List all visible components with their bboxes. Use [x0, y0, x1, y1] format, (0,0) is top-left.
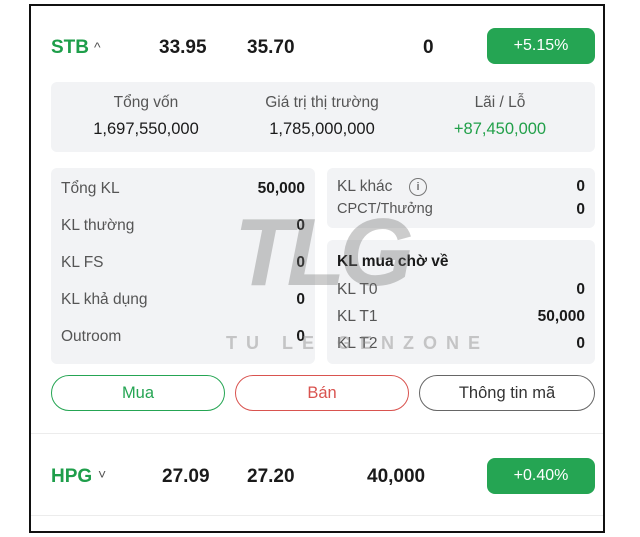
stock-row-stb[interactable]: STB ^ 33.95 35.70 0 +5.15% — [31, 16, 603, 76]
profit-loss: Lãi / Lỗ +87,450,000 — [415, 94, 585, 139]
fs-volume-label: KL FS — [61, 254, 104, 271]
total-capital-value: 1,697,550,000 — [93, 120, 199, 138]
summary-panel: Tổng vốn 1,697,550,000 Giá trị thị trườn… — [51, 82, 595, 152]
t0-value: 0 — [576, 281, 585, 298]
row-divider — [31, 515, 603, 516]
other-volume-label: KL khác — [337, 178, 393, 195]
profit-loss-value: +87,450,000 — [453, 120, 547, 138]
sell-button[interactable]: Bán — [235, 375, 409, 411]
chevron-up-icon[interactable]: ^ — [94, 39, 101, 55]
watermark-logo: TLG — [234, 199, 414, 306]
market-price: 27.20 — [247, 466, 295, 487]
avg-price: 33.95 — [159, 37, 207, 58]
normal-volume-label: KL thường — [61, 217, 135, 234]
profit-loss-label: Lãi / Lỗ — [474, 94, 526, 111]
market-value-label: Giá trị thị trường — [265, 94, 379, 111]
market-value: Giá trị thị trường 1,785,000,000 — [237, 94, 407, 139]
stock-row-hpg[interactable]: HPG ˅ 27.09 27.20 40,000 +0.40% — [31, 446, 603, 506]
available-volume-label: KL khả dụng — [61, 291, 148, 308]
t2-value: 0 — [576, 335, 585, 352]
total-capital-label: Tổng vốn — [113, 94, 179, 111]
market-value-value: 1,785,000,000 — [269, 120, 375, 138]
other-volume-value: 0 — [576, 178, 585, 195]
chevron-down-icon[interactable]: ˅ — [98, 466, 106, 482]
info-circle-icon[interactable]: i — [409, 178, 427, 196]
stock-info-button[interactable]: Thông tin mã — [419, 375, 595, 411]
watermark-text: TU LE GENZONE — [226, 333, 490, 353]
market-price: 35.70 — [247, 37, 295, 58]
row-divider — [31, 433, 603, 434]
avg-price: 27.09 — [162, 466, 210, 487]
portfolio-card: STB ^ 33.95 35.70 0 +5.15% Tổng vốn 1,69… — [29, 4, 605, 533]
t1-value: 50,000 — [537, 308, 585, 325]
quantity: 0 — [423, 37, 434, 58]
stock-symbol[interactable]: STB — [51, 37, 89, 59]
total-volume-value: 50,000 — [257, 180, 305, 197]
total-volume-label: Tổng KL — [61, 180, 120, 197]
total-capital: Tổng vốn 1,697,550,000 — [61, 94, 231, 139]
bonus-shares-value: 0 — [576, 201, 585, 218]
buy-button[interactable]: Mua — [51, 375, 225, 411]
stock-symbol[interactable]: HPG — [51, 466, 92, 488]
t1-label: KL T1 — [337, 308, 378, 325]
quantity: 40,000 — [367, 466, 426, 487]
change-percent-badge: +5.15% — [487, 28, 595, 64]
change-percent-badge: +0.40% — [487, 458, 595, 494]
outroom-label: Outroom — [61, 328, 122, 345]
